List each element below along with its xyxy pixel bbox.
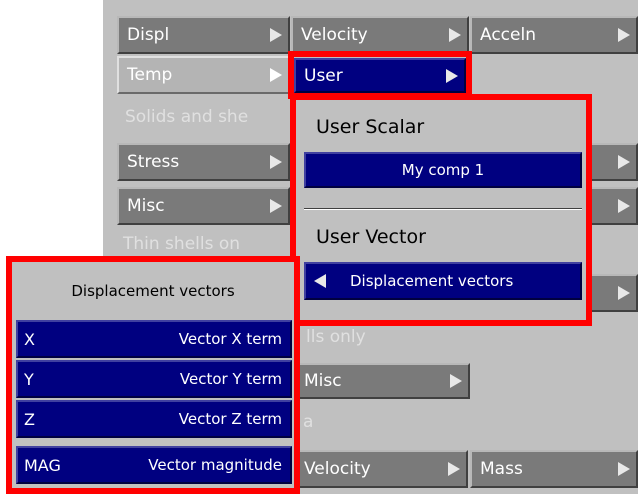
submenu-arrow-icon bbox=[448, 462, 460, 476]
stress-right-button[interactable] bbox=[590, 143, 638, 181]
misc-button[interactable]: Misc bbox=[117, 187, 290, 225]
mass-lower-label: Mass bbox=[480, 459, 523, 479]
submenu-arrow-icon bbox=[270, 68, 282, 82]
temp-button[interactable]: Temp bbox=[117, 56, 290, 94]
misc-lower-label: Misc bbox=[304, 371, 342, 391]
submenu-arrow-icon bbox=[618, 28, 630, 42]
velocity-lower-button[interactable]: Velocity bbox=[294, 450, 468, 488]
mass-lower-button[interactable]: Mass bbox=[470, 450, 638, 488]
submenu-arrow-icon bbox=[618, 155, 630, 169]
stress-button[interactable]: Stress bbox=[117, 143, 290, 181]
displ-label: Displ bbox=[127, 25, 170, 45]
acceln-label: Acceln bbox=[480, 25, 536, 45]
stress-label: Stress bbox=[127, 152, 180, 172]
submenu-arrow-icon bbox=[450, 374, 462, 388]
velocity-lower-label: Velocity bbox=[304, 459, 371, 479]
submenu-arrow-icon bbox=[449, 28, 461, 42]
temp-label: Temp bbox=[127, 65, 173, 85]
submenu-arrow-icon bbox=[270, 155, 282, 169]
user-popup-highlight bbox=[290, 94, 592, 326]
velocity-label: Velocity bbox=[301, 25, 368, 45]
misc-lower-button[interactable]: Misc bbox=[294, 363, 470, 399]
submenu-arrow-icon bbox=[618, 199, 630, 213]
thin-shells-right-button[interactable] bbox=[590, 274, 638, 312]
misc-label: Misc bbox=[127, 196, 165, 216]
solids-shells-header: Solids and she bbox=[125, 107, 249, 127]
submenu-arrow-icon bbox=[618, 462, 630, 476]
user-button-highlight bbox=[288, 51, 472, 99]
thin-shells-header: Thin shells on bbox=[123, 234, 241, 254]
submenu-arrow-icon bbox=[270, 199, 282, 213]
acceln-button[interactable]: Acceln bbox=[470, 16, 638, 54]
shells-only-header: lls only bbox=[306, 327, 366, 347]
submenu-arrow-icon bbox=[618, 286, 630, 300]
vector-popup-highlight bbox=[6, 256, 300, 494]
displ-button[interactable]: Displ bbox=[117, 16, 290, 54]
velocity-button[interactable]: Velocity bbox=[291, 16, 469, 54]
lower-section-header: a bbox=[303, 412, 314, 432]
submenu-arrow-icon bbox=[270, 28, 282, 42]
misc-right-button[interactable] bbox=[590, 187, 638, 225]
